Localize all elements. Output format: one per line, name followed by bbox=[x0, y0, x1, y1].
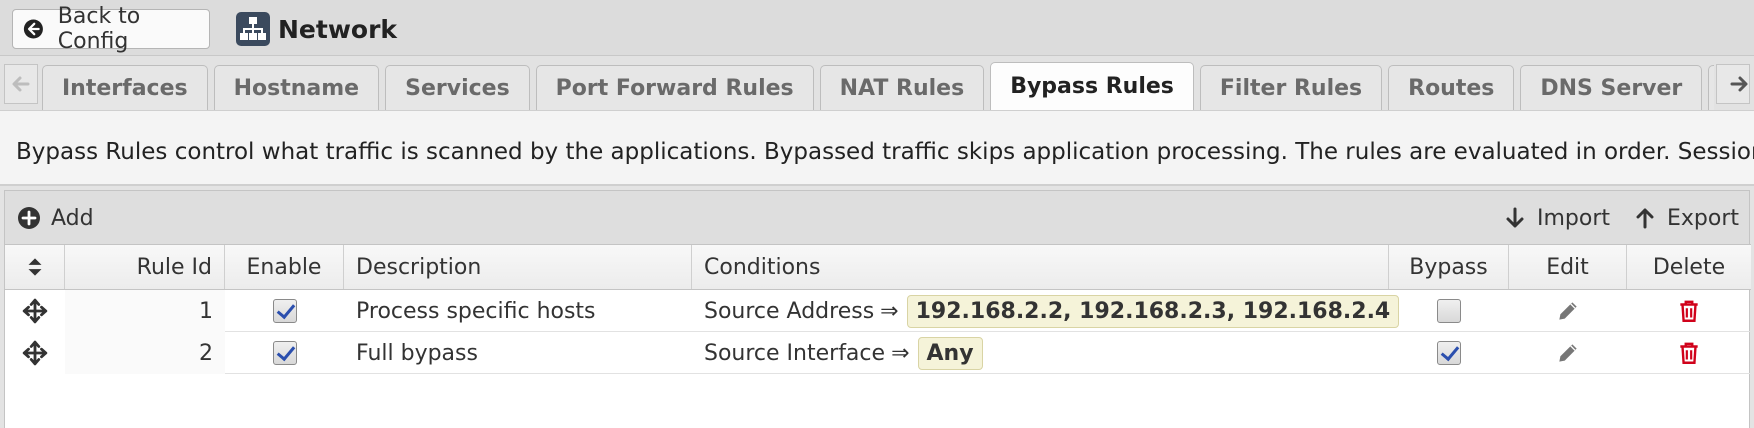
tab-routes[interactable]: Routes bbox=[1388, 65, 1515, 110]
enable-cell bbox=[225, 290, 344, 332]
back-to-config-button[interactable]: Back to Config bbox=[12, 4, 210, 54]
tab-scroll-left-button[interactable] bbox=[4, 64, 38, 104]
edit-cell bbox=[1509, 332, 1627, 374]
tabs: Interfaces Hostname Services Port Forward R… bbox=[42, 62, 1714, 110]
delete-header: Delete bbox=[1652, 254, 1726, 280]
enable-checkbox[interactable] bbox=[272, 299, 297, 323]
rule-id-cell: 2 bbox=[65, 332, 225, 374]
table-row: 2 Full bypass Source Interface ⇒ Any bbox=[5, 332, 1751, 374]
tab-scroll-right-button[interactable] bbox=[1716, 64, 1750, 104]
tab-dns-server[interactable]: DNS Server bbox=[1520, 65, 1703, 110]
enable-checkbox[interactable] bbox=[272, 341, 297, 365]
bypass-rules-description: Bypass Rules control what traffic is sca… bbox=[0, 110, 1754, 186]
drag-handle[interactable] bbox=[5, 332, 65, 374]
pencil-icon[interactable] bbox=[1555, 340, 1581, 366]
condition-arrow: ⇒ bbox=[880, 298, 899, 324]
table-row: 1 Process specific hosts Source Address … bbox=[5, 290, 1751, 332]
bypass-cell bbox=[1389, 332, 1509, 374]
export-button[interactable]: Export bbox=[1633, 191, 1739, 245]
page-header: Network bbox=[236, 12, 397, 46]
condition-value-chip: 192.168.2.2, 192.168.2.3, 192.168.2.4 bbox=[906, 294, 1400, 328]
edit-header: Edit bbox=[1509, 245, 1627, 289]
grid-header: Rule Id Enable Description Conditions By… bbox=[5, 244, 1751, 290]
tab-nat-rules[interactable]: NAT Rules bbox=[819, 65, 985, 110]
delete-cell bbox=[1627, 332, 1751, 374]
condition-value-chip: Any bbox=[917, 336, 983, 370]
arrow-left-icon bbox=[12, 76, 30, 92]
trash-icon[interactable] bbox=[1676, 298, 1702, 324]
arrow-up-icon bbox=[1636, 208, 1654, 229]
import-label: Import bbox=[1537, 205, 1611, 231]
bypass-header[interactable]: Bypass bbox=[1389, 245, 1509, 289]
circle-arrow-left-icon bbox=[23, 19, 43, 39]
sort-column-header[interactable] bbox=[5, 245, 65, 289]
description-cell: Process specific hosts bbox=[356, 298, 596, 324]
tab-bypass-rules[interactable]: Bypass Rules bbox=[990, 62, 1194, 110]
tab-bar: Interfaces Hostname Services Port Forward R… bbox=[0, 56, 1754, 110]
condition-label: Source Interface bbox=[704, 340, 886, 366]
edit-cell bbox=[1509, 290, 1627, 332]
arrow-down-icon bbox=[1506, 207, 1524, 228]
description-header[interactable]: Description bbox=[344, 245, 692, 289]
conditions-cell: Source Interface ⇒ Any bbox=[692, 332, 1389, 374]
bypass-checkbox[interactable] bbox=[1437, 299, 1461, 323]
sort-icon bbox=[28, 258, 41, 276]
arrow-right-icon bbox=[1730, 76, 1748, 92]
tab-dhcp-server[interactable]: DHCP Server bbox=[1708, 65, 1714, 110]
drag-handle[interactable] bbox=[5, 290, 65, 332]
network-icon bbox=[236, 12, 270, 46]
move-icon bbox=[22, 340, 48, 366]
rule-id-cell: 1 bbox=[65, 290, 225, 332]
tab-port-forward-rules[interactable]: Port Forward Rules bbox=[535, 65, 814, 110]
tab-services[interactable]: Services bbox=[385, 65, 530, 110]
back-to-config-label: Back to Config bbox=[57, 4, 141, 54]
conditions-cell: Source Address ⇒ 192.168.2.2, 192.168.2.… bbox=[692, 290, 1400, 332]
rule-id-header[interactable]: Rule Id bbox=[65, 245, 225, 289]
description-cell: Full bypass bbox=[356, 340, 478, 366]
plus-circle-icon bbox=[18, 207, 40, 229]
grid-toolbar: Add Import Export bbox=[4, 190, 1750, 244]
tab-interfaces[interactable]: Interfaces bbox=[42, 65, 208, 110]
page-title: Network bbox=[278, 14, 398, 44]
condition-arrow: ⇒ bbox=[891, 340, 910, 366]
tab-filter-rules[interactable]: Filter Rules bbox=[1199, 65, 1383, 110]
top-bar: Back to Config Network bbox=[0, 0, 1754, 56]
conditions-header[interactable]: Conditions bbox=[692, 245, 1389, 289]
add-button[interactable]: Add bbox=[17, 191, 94, 245]
add-label: Add bbox=[51, 205, 94, 231]
tab-hostname[interactable]: Hostname bbox=[213, 65, 380, 110]
bypass-cell bbox=[1389, 290, 1509, 332]
move-icon bbox=[22, 298, 48, 324]
export-label: Export bbox=[1667, 205, 1740, 231]
enable-cell bbox=[225, 332, 344, 374]
trash-icon[interactable] bbox=[1676, 340, 1702, 366]
delete-cell bbox=[1627, 290, 1751, 332]
pencil-icon[interactable] bbox=[1555, 298, 1581, 324]
bypass-rules-grid: Rule Id Enable Description Conditions By… bbox=[4, 244, 1751, 428]
bypass-checkbox[interactable] bbox=[1437, 341, 1461, 365]
enable-header[interactable]: Enable bbox=[225, 245, 344, 289]
condition-label: Source Address bbox=[704, 298, 875, 324]
tabs-viewport: Interfaces Hostname Services Port Forward R… bbox=[42, 56, 1714, 110]
import-button[interactable]: Import bbox=[1503, 191, 1610, 245]
